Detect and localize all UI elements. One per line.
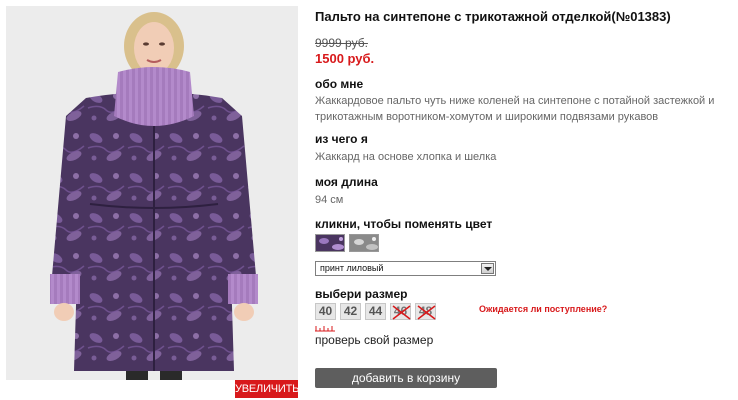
size-option-48-unavailable[interactable]: 48 — [415, 303, 436, 320]
swatch-grey-print[interactable] — [349, 234, 379, 252]
about-text: Жаккардовое пальто чуть ниже коленей на … — [315, 93, 714, 125]
model-image — [6, 6, 298, 380]
size-option-42[interactable]: 42 — [340, 303, 361, 320]
check-size-link[interactable]: проверь свой размер — [315, 333, 433, 347]
ruler-icon — [315, 326, 335, 332]
length-text: 94 см — [315, 194, 344, 206]
about-heading: обо мне — [315, 77, 364, 91]
size-option-46-unavailable[interactable]: 46 — [390, 303, 411, 320]
add-to-cart-button[interactable]: добавить в корзину — [315, 368, 497, 388]
length-heading: моя длина — [315, 175, 378, 189]
size-heading: выбери размер — [315, 287, 408, 301]
size-option-40[interactable]: 40 — [315, 303, 336, 320]
about-text-line-1: Жаккардовое пальто чуть ниже коленей на … — [315, 95, 715, 107]
swatch-grey-pattern — [350, 235, 378, 251]
chevron-down-icon[interactable] — [481, 263, 494, 274]
material-text: Жаккард на основе хлопка и шелка — [315, 151, 497, 163]
product-title: Пальто на синтепоне с трикотажной отделк… — [315, 9, 671, 24]
zoom-button[interactable]: УВЕЛИЧИТЬ — [235, 380, 299, 398]
crossed-out-icon — [392, 305, 411, 320]
color-select-value: принт лиловый — [320, 263, 384, 273]
swatch-purple-pattern — [316, 235, 344, 251]
about-text-line-2: трикотажным воротником-хомутом и широким… — [315, 111, 659, 123]
old-price: 9999 руб. — [315, 36, 368, 50]
size-option-44[interactable]: 44 — [365, 303, 386, 320]
product-photo[interactable] — [6, 6, 298, 380]
material-heading: из чего я — [315, 132, 368, 146]
color-heading: кликни, чтобы поменять цвет — [315, 217, 493, 231]
color-select[interactable]: принт лиловый — [315, 261, 496, 276]
crossed-out-icon — [417, 305, 436, 320]
await-restock-link[interactable]: Ожидается ли поступление? — [479, 304, 607, 314]
current-price: 1500 руб. — [315, 51, 375, 66]
swatch-purple-print[interactable] — [315, 234, 345, 252]
